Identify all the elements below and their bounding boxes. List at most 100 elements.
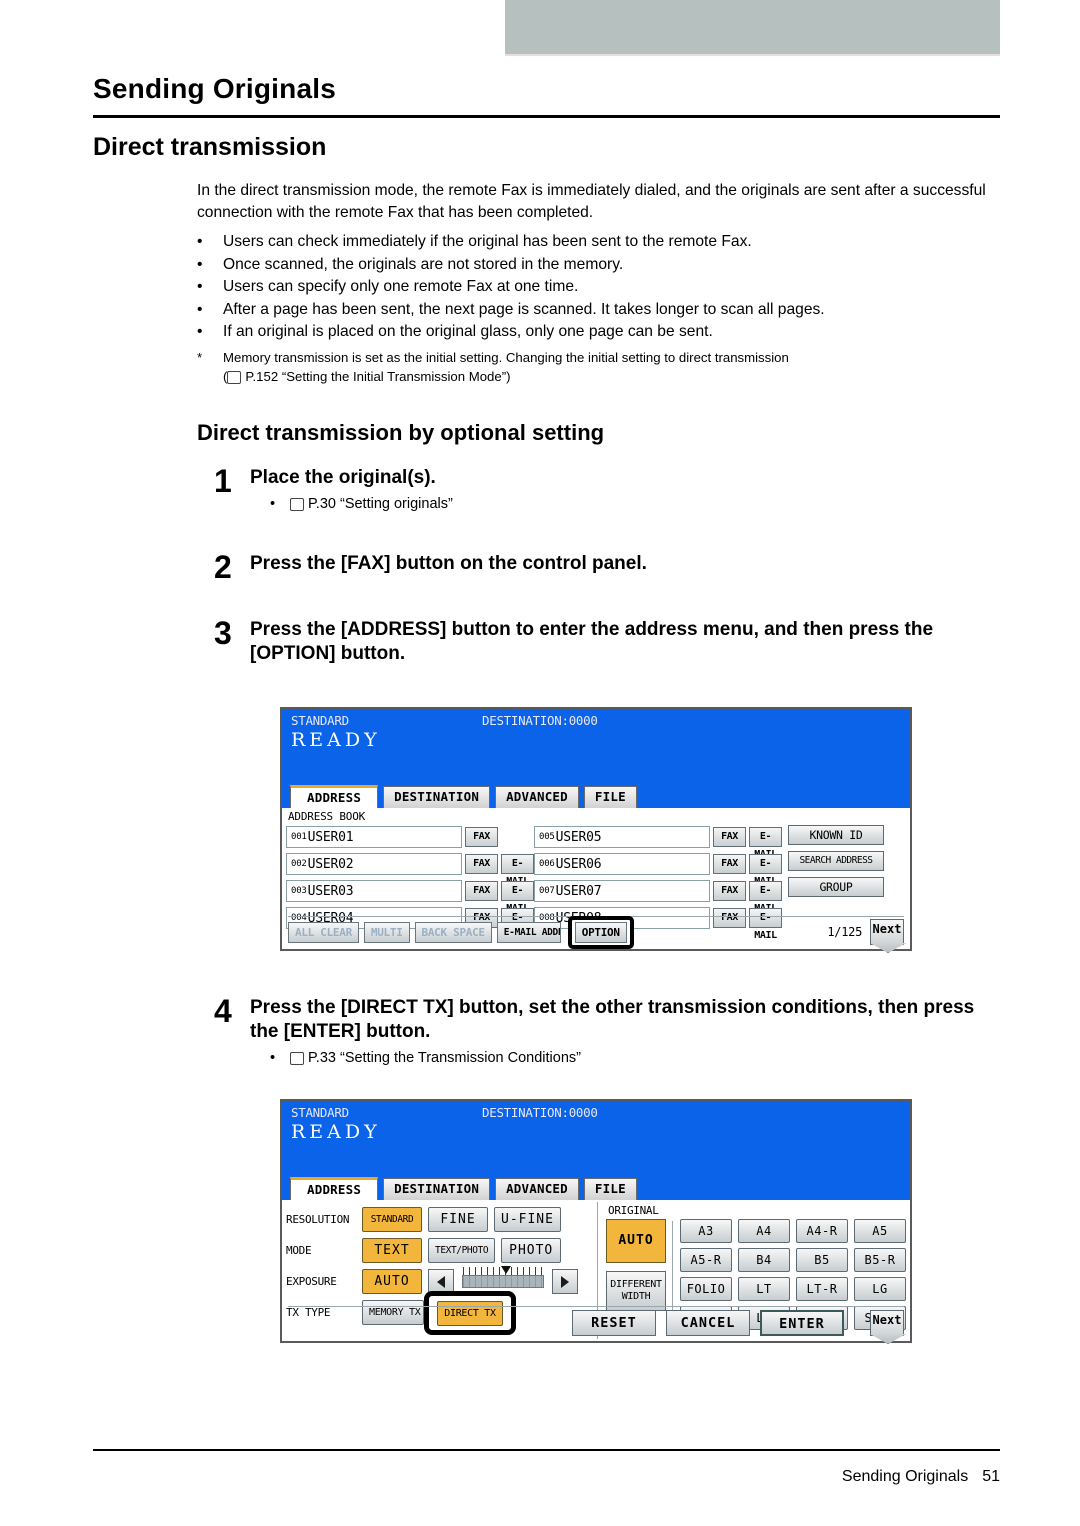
tab-advanced[interactable]: ADVANCED [495,1178,579,1200]
entry-name: USER07 [555,883,602,899]
slider-marker [501,1266,511,1274]
tab-address[interactable]: ADDRESS [290,1177,379,1200]
bullet-dot: • [270,496,276,512]
tab-file[interactable]: FILE [583,1178,637,1200]
mode-photo-button[interactable]: PHOTO [501,1238,562,1263]
list-item: • Once scanned, the originals are not st… [197,254,997,277]
resolution-ufine-button[interactable]: U-FINE [494,1207,561,1232]
multi-button[interactable]: MULTI [363,921,410,943]
table-row[interactable]: 002USER02 FAX E-MAIL [286,852,534,887]
next-button[interactable]: Next [870,1310,904,1336]
reset-button[interactable]: RESET [572,1310,656,1336]
known-id-button[interactable]: KNOWN ID [788,825,884,845]
address-entry[interactable]: 005 USER05 [534,826,710,848]
size-button-b4[interactable]: B4 [738,1248,790,1272]
list-item: • After a page has been sent, the next p… [197,299,997,322]
size-button-b5r[interactable]: B5-R [854,1248,906,1272]
title-divider [93,115,1000,118]
size-button-lt[interactable]: LT [738,1277,790,1301]
address-entry[interactable]: 003 USER03 [286,880,462,902]
size-button-a3[interactable]: A3 [680,1219,732,1243]
option-button[interactable]: OPTION [574,921,627,943]
different-width-button[interactable]: DIFFERENT WIDTH [606,1271,666,1311]
step-headline: Press the [DIRECT TX] button, set the ot… [250,997,975,1042]
body-content: In the direct transmission mode, the rem… [197,180,997,386]
size-button-a4r[interactable]: A4-R [796,1219,848,1243]
paren-close: ) [506,368,511,384]
exposure-auto-button[interactable]: AUTO [362,1269,422,1294]
lcd-tab-bar: ADDRESS DESTINATION ADVANCED FILE [282,785,910,808]
table-row[interactable]: 007USER07 FAX E-MAIL [534,879,782,914]
table-row[interactable]: 001 USER01 FAX [286,825,534,849]
table-row[interactable]: 005USER05 FAX E-MAIL [534,825,782,860]
all-clear-button[interactable]: ALL CLEAR [288,921,359,943]
address-entry[interactable]: 002 USER02 [286,853,462,875]
tab-destination[interactable]: DESTINATION [383,1178,491,1200]
book-icon [290,498,304,511]
step-reference: • P.33 “Setting the Transmission Conditi… [250,1048,1004,1069]
group-button[interactable]: GROUP [788,877,884,897]
size-button-ltr[interactable]: LT-R [796,1277,848,1301]
email-tag-button[interactable]: E-MAIL [749,854,782,887]
fax-tag-button[interactable]: FAX [465,881,498,901]
table-row[interactable]: 003USER03 FAX E-MAIL [286,879,534,914]
tab-file[interactable]: FILE [583,786,637,808]
next-button[interactable]: Next [870,919,904,945]
fax-tag-button[interactable]: FAX [713,881,746,901]
page-title: Sending Originals [93,73,336,104]
resolution-row: RESOLUTION STANDARD FINE U-FINE [286,1204,597,1235]
original-auto-button[interactable]: AUTO [606,1219,666,1263]
triangle-left [437,1275,445,1288]
footnote-reference-text: P.152 “Setting the Initial Transmission … [245,368,507,384]
back-space-button[interactable]: BACK SPACE [414,921,492,943]
reference-label: P.30 “Setting originals” [308,496,453,512]
size-button-a4[interactable]: A4 [738,1219,790,1243]
size-button-folio[interactable]: FOLIO [680,1277,732,1301]
bullet-dot: • [197,323,203,340]
arrow-right-icon[interactable] [552,1269,578,1294]
tab-address[interactable]: ADDRESS [290,785,379,808]
address-entry[interactable]: 007 USER07 [534,880,710,902]
address-entry[interactable]: 006 USER06 [534,853,710,875]
email-address-button[interactable]: E-MAIL ADDRESS [496,921,561,943]
different-width-line2: WIDTH [621,1291,651,1302]
bullet-dot: • [197,300,203,318]
resolution-standard-button[interactable]: STANDARD [362,1207,422,1232]
fax-tag-button[interactable]: FAX [713,854,746,874]
cancel-button[interactable]: CANCEL [666,1310,750,1336]
mode-text-photo-button[interactable]: TEXT/PHOTO [428,1238,496,1263]
address-entry[interactable]: 001 USER01 [286,826,462,848]
email-tag-button[interactable]: E-MAIL [749,881,782,914]
bullet-text: After a page has been sent, the next pag… [223,300,825,318]
search-address-button[interactable]: SEARCH ADDRESS [788,851,884,871]
bullet-text: Users can specify only one remote Fax at… [223,278,579,295]
entry-index: 002 [291,859,307,869]
fax-tag-button[interactable]: FAX [713,827,746,847]
size-button-b5[interactable]: B5 [796,1248,848,1272]
entry-name: USER06 [555,856,602,872]
footnote: * Memory transmission is set as the init… [197,348,997,367]
tab-advanced[interactable]: ADVANCED [495,786,579,808]
footnote-text: Memory transmission is set as the initia… [223,349,789,365]
email-tag-button[interactable]: E-MAIL [749,827,782,860]
size-button-a5[interactable]: A5 [854,1219,906,1243]
lcd-status-bar: STANDARD DESTINATION:0000 READY [282,1101,910,1177]
resolution-label: RESOLUTION [286,1213,350,1226]
lcd-content-address: ADDRESS BOOK 001 USER01 FAX 002 USER02 FAX… [282,808,910,949]
email-tag-button[interactable]: E-MAIL [501,854,534,887]
bullet-dot: • [270,1050,276,1066]
enter-button[interactable]: ENTER [760,1310,844,1336]
email-tag-button[interactable]: E-MAIL [501,881,534,914]
size-button-a5r[interactable]: A5-R [680,1248,732,1272]
tab-destination[interactable]: DESTINATION [383,786,491,808]
resolution-fine-button[interactable]: FINE [428,1207,488,1232]
fax-tag-button[interactable]: FAX [465,854,498,874]
fax-tag-button[interactable]: FAX [465,827,498,847]
mode-text-button[interactable]: TEXT [362,1238,422,1263]
entry-index: 001 [291,832,307,842]
size-button-lg[interactable]: LG [854,1277,906,1301]
top-banner-decoration [505,0,1000,56]
table-row[interactable]: 006USER06 FAX E-MAIL [534,852,782,887]
triangle-right [561,1275,569,1288]
exposure-slider[interactable] [462,1266,545,1288]
